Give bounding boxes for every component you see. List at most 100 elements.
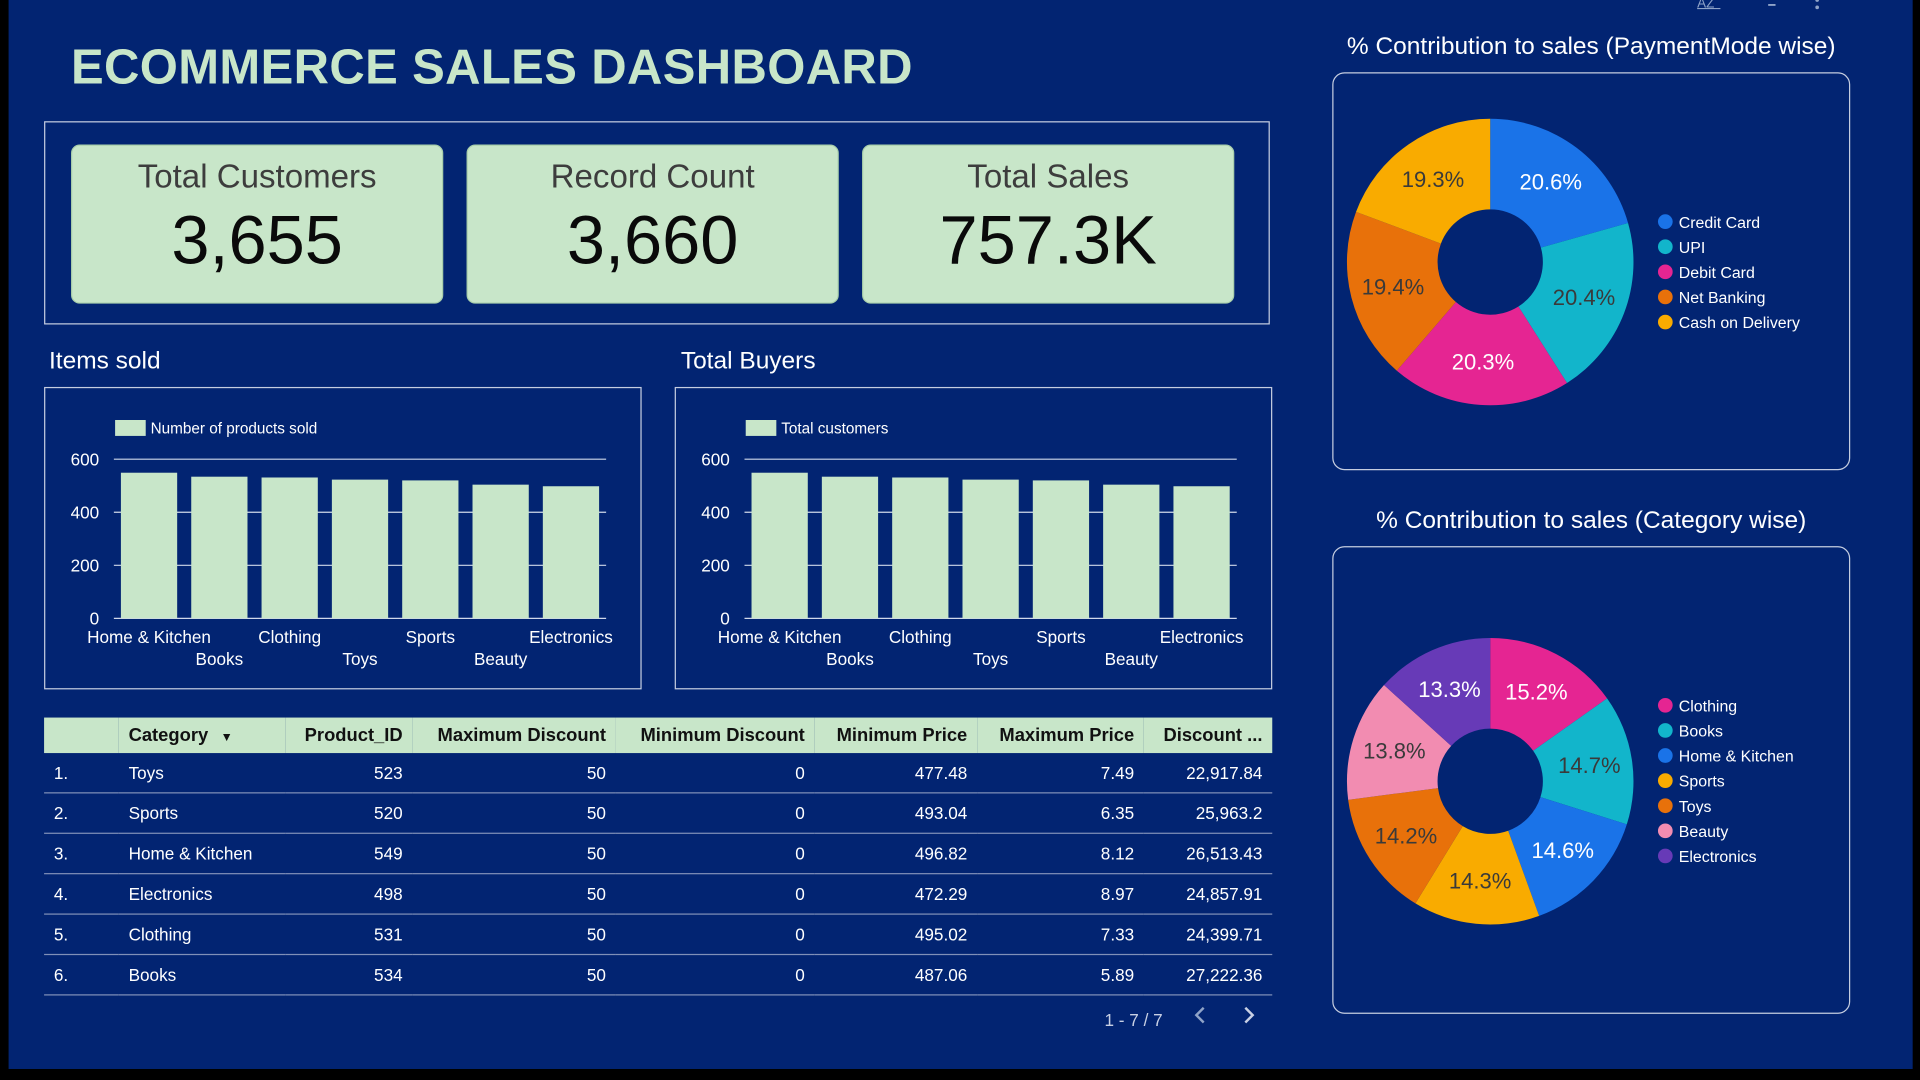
table-cell-discount: 24,399.71 <box>1143 914 1273 956</box>
table-row[interactable]: 2. Sports 520 50 0 493.04 6.35 25,963.2 <box>44 792 1273 834</box>
x-tick-label: Clothing <box>258 627 321 647</box>
legend-dot <box>1657 264 1673 280</box>
slice-value-label: 19.3% <box>1402 167 1464 192</box>
legend-dot <box>1657 848 1673 864</box>
bar <box>1103 484 1160 619</box>
x-tick-label: Beauty <box>1105 649 1159 669</box>
legend-swatch <box>115 420 146 436</box>
legend-dot <box>1657 314 1673 330</box>
total-buyers-bar-chart[interactable]: 0 200 400 600 Home & KitchenBooks Clothing Toy… <box>676 388 1271 688</box>
table-cell-discount: 27,222.36 <box>1143 954 1273 996</box>
kpi-card-total-sales[interactable]: Total Sales 757.3K <box>862 144 1235 304</box>
slice-value-label: 14.2% <box>1375 823 1437 848</box>
header-product-id[interactable]: Product_ID <box>285 717 413 754</box>
header-label: Category <box>128 724 209 746</box>
table-row[interactable]: 5. Clothing 531 50 0 495.02 7.33 24,399.71 <box>44 914 1273 956</box>
table-cell-min-price: 495.02 <box>814 914 978 956</box>
chevron-right-icon[interactable] <box>1240 1002 1257 1036</box>
kpi-value: 3,655 <box>171 200 343 278</box>
table-cell-max-discount: 50 <box>412 753 616 794</box>
kpi-card-total-customers[interactable]: Total Customers 3,655 <box>71 144 444 304</box>
header-max-price[interactable]: Maximum Price <box>977 717 1144 754</box>
header-category[interactable]: Category ▼ <box>118 717 286 754</box>
x-tick-label: Electronics <box>529 627 613 647</box>
header-min-price[interactable]: Minimum Price <box>814 717 978 754</box>
legend-dot <box>1657 239 1673 255</box>
sort-desc-icon[interactable]: ▼ <box>221 731 233 744</box>
legend-label: Number of products sold <box>151 420 318 437</box>
sort-az-icon[interactable]: AZ <box>1696 0 1723 13</box>
table-row[interactable]: 6. Books 534 50 0 487.06 5.89 27,222.36 <box>44 954 1273 996</box>
items-sold-bar-chart[interactable]: 0 200 400 600 Home & KitchenBooks Clothing Toy… <box>45 388 640 688</box>
legend-dot <box>1657 823 1673 839</box>
legend-label: Net Banking <box>1679 290 1766 307</box>
table-cell-max-price: 6.35 <box>977 792 1144 834</box>
table-cell-category: Toys <box>118 753 286 794</box>
table-row[interactable]: 3. Home & Kitchen 549 50 0 496.82 8.12 26,513.4… <box>44 833 1273 875</box>
table-cell-max-price: 8.97 <box>977 873 1144 915</box>
table-cell-min-discount: 0 <box>615 914 815 956</box>
table-cell-discount: 22,917.84 <box>1143 753 1273 794</box>
x-tick-label: Books <box>826 649 874 669</box>
kpi-value: 3,660 <box>566 200 739 278</box>
bar <box>331 479 389 619</box>
y-tick-label: 400 <box>701 502 730 522</box>
legend-dot <box>1657 214 1673 229</box>
table-row[interactable]: 4. Electronics 498 50 0 472.29 8.97 24,857.91 <box>44 873 1273 915</box>
items-sold-title: Items sold <box>48 347 161 375</box>
table-header-row: Category ▼ Product_ID Maximum Discount M… <box>44 717 1273 754</box>
header-max-discount[interactable]: Maximum Discount <box>412 717 616 754</box>
page-title: ECOMMERCE SALES DASHBOARD <box>71 40 913 95</box>
slice-value-label: 15.2% <box>1505 679 1567 704</box>
table-cell-discount: 24,857.91 <box>1143 873 1273 915</box>
y-tick-label: 400 <box>71 502 100 522</box>
x-tick-label: Beauty <box>474 649 528 669</box>
y-tick-label: 600 <box>701 449 730 469</box>
legend-label: Books <box>1679 724 1723 741</box>
chevron-left-icon[interactable] <box>1191 1002 1208 1036</box>
table-cell-max-price: 5.89 <box>977 954 1144 996</box>
legend-swatch <box>745 420 777 436</box>
table-cell-discount: 25,963.2 <box>1143 792 1273 834</box>
pie-category-chart[interactable]: 15.2% 14.7% 14.6% 14.3% 14.2% 13.8% 13.3% Cloth… <box>1333 547 1849 1012</box>
pie-payment-chart[interactable]: 20.6% 20.4% 20.3% 19.4% 19.3% Credit Card UPI D… <box>1333 73 1849 469</box>
table-cell-product-id: 523 <box>285 753 413 794</box>
table-cell-idx: 2. <box>44 792 119 834</box>
legend-dot <box>1657 773 1673 788</box>
pie-category-title: % Contribution to sales (Category wise) <box>1376 506 1807 534</box>
table-cell-max-discount: 50 <box>412 833 616 875</box>
bar <box>542 486 600 619</box>
y-tick-label: 200 <box>701 555 730 575</box>
table-cell-min-discount: 0 <box>615 954 815 996</box>
x-tick-label: Electronics <box>1160 627 1244 647</box>
table-cell-category: Books <box>118 954 286 996</box>
legend-label: Cash on Delivery <box>1679 315 1800 332</box>
filter-icon[interactable] <box>1763 0 1780 13</box>
table-cell-max-discount: 50 <box>412 873 616 915</box>
pagination-label: 1 - 7 / 7 <box>1104 1010 1163 1030</box>
y-tick-label: 0 <box>720 608 730 628</box>
slice-value-label: 14.7% <box>1558 753 1620 778</box>
header-discount[interactable]: Discount ... <box>1143 717 1273 754</box>
x-tick-label: Toys <box>973 649 1008 669</box>
x-tick-label: Home & Kitchen <box>87 627 211 647</box>
legend-dot <box>1657 289 1673 305</box>
kpi-card-record-count[interactable]: Record Count 3,660 <box>466 144 839 304</box>
bar <box>1032 480 1090 619</box>
pie-payment-frame: 20.6% 20.4% 20.3% 19.4% 19.3% Credit Card UPI D… <box>1332 72 1851 471</box>
legend-label: Beauty <box>1679 824 1729 841</box>
slice-value-label: 20.4% <box>1553 285 1615 310</box>
more-vert-icon[interactable] <box>1813 0 1820 13</box>
table-cell-min-price: 477.48 <box>814 753 978 794</box>
table-cell-product-id: 520 <box>285 792 413 834</box>
dashboard-page: ECOMMERCE SALES DASHBOARD AZ Total Custo… <box>8 0 1913 1069</box>
kpi-value: 757.3K <box>939 200 1157 278</box>
legend-label: Electronics <box>1679 849 1757 866</box>
table-cell-max-price: 7.33 <box>977 914 1144 956</box>
table-row[interactable]: 1. Toys 523 50 0 477.48 7.49 22,917.84 <box>44 753 1273 794</box>
table-cell-max-price: 8.12 <box>977 833 1144 875</box>
bar <box>472 484 529 619</box>
header-index <box>44 717 119 754</box>
header-min-discount[interactable]: Minimum Discount <box>615 717 815 754</box>
table-cell-min-price: 496.82 <box>814 833 978 875</box>
